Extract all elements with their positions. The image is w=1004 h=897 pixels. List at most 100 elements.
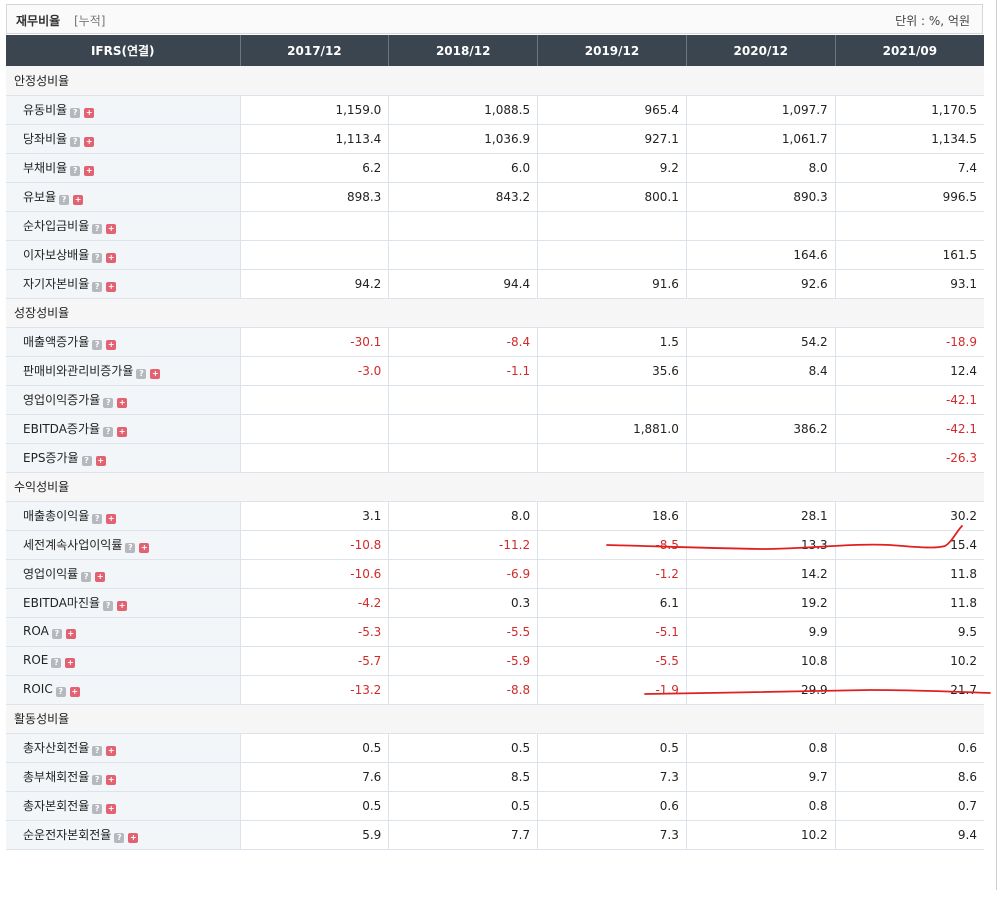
plus-icon[interactable]: + bbox=[106, 224, 117, 234]
section-title: 성장성비율 bbox=[6, 298, 984, 328]
value-cell: 9.4 bbox=[834, 820, 984, 850]
help-icon[interactable]: ? bbox=[70, 166, 81, 176]
plus-icon[interactable]: + bbox=[117, 427, 128, 437]
help-icon[interactable]: ? bbox=[103, 427, 114, 437]
plus-icon[interactable]: + bbox=[73, 195, 84, 205]
value-cell: 19.2 bbox=[685, 588, 836, 618]
help-icon[interactable]: ? bbox=[70, 137, 81, 147]
help-icon[interactable]: ? bbox=[59, 195, 70, 205]
table-row: 매출총이익율? +3.1 8.0 18.6 28.1 30.2 bbox=[6, 501, 984, 531]
value-cell: 6.2 bbox=[239, 153, 389, 183]
plus-icon[interactable]: + bbox=[106, 804, 117, 814]
help-icon[interactable]: ? bbox=[51, 629, 62, 639]
plus-icon[interactable]: + bbox=[117, 601, 128, 611]
value-cell: 0.5 bbox=[388, 791, 538, 821]
table-row: 이자보상배율? +164.6 161.5 bbox=[6, 240, 984, 270]
help-icon[interactable]: ? bbox=[92, 746, 103, 756]
row-label: 세전계속사업이익률 bbox=[23, 538, 123, 552]
section-title: 안정성비율 bbox=[6, 66, 984, 96]
plus-icon[interactable]: + bbox=[65, 658, 76, 668]
help-icon[interactable]: ? bbox=[92, 253, 103, 263]
row-label: 자기자본비율 bbox=[23, 277, 90, 291]
value-cell: 6.1 bbox=[537, 588, 687, 618]
table-row: 순운전자본회전율? +5.9 7.7 7.3 10.2 9.4 bbox=[6, 820, 984, 850]
plus-icon[interactable]: + bbox=[84, 108, 95, 118]
section-row: 활동성비율 bbox=[6, 704, 984, 734]
help-icon[interactable]: ? bbox=[92, 282, 103, 292]
help-icon[interactable]: ? bbox=[103, 601, 114, 611]
value-cell: 9.5 bbox=[834, 617, 984, 647]
plus-icon[interactable]: + bbox=[117, 398, 128, 408]
value-cell: 92.6 bbox=[685, 269, 836, 299]
plus-icon[interactable]: + bbox=[106, 775, 117, 785]
help-icon[interactable]: ? bbox=[81, 572, 92, 582]
value-cell: 7.3 bbox=[537, 762, 687, 792]
panel-title: 재무비율 bbox=[16, 14, 61, 28]
plus-icon[interactable]: + bbox=[150, 369, 161, 379]
help-icon[interactable]: ? bbox=[51, 658, 62, 668]
value-cell: 0.5 bbox=[239, 733, 389, 763]
value-cell: 0.7 bbox=[834, 791, 984, 821]
plus-icon[interactable]: + bbox=[95, 456, 106, 466]
value-cell bbox=[239, 443, 389, 473]
plus-icon[interactable]: + bbox=[69, 687, 80, 697]
value-cell: -8.5 bbox=[537, 530, 687, 560]
plus-icon[interactable]: + bbox=[128, 833, 139, 843]
row-label-cell: 세전계속사업이익률? + bbox=[6, 530, 240, 560]
row-label-cell: 당좌비율? + bbox=[6, 124, 240, 154]
plus-icon[interactable]: + bbox=[106, 340, 117, 350]
table-row: 영업이익증가율? + -42.1 bbox=[6, 385, 984, 415]
value-cell bbox=[388, 240, 538, 270]
plus-icon[interactable]: + bbox=[139, 543, 150, 553]
row-label-cell: 유보율? + bbox=[6, 182, 240, 212]
row-label-cell: 부채비율? + bbox=[6, 153, 240, 183]
row-label: 영업이익증가율 bbox=[23, 393, 101, 407]
plus-icon[interactable]: + bbox=[84, 137, 95, 147]
table-row: 총자산회전율? +0.5 0.5 0.5 0.8 0.6 bbox=[6, 733, 984, 763]
plus-icon[interactable]: + bbox=[106, 746, 117, 756]
table-row: 매출액증가율? + -30.1 -8.4 1.5 54.2 -18.9 bbox=[6, 327, 984, 357]
value-cell: 18.6 bbox=[537, 501, 687, 531]
help-icon[interactable]: ? bbox=[55, 687, 66, 697]
help-icon[interactable]: ? bbox=[114, 833, 125, 843]
help-icon[interactable]: ? bbox=[125, 543, 136, 553]
row-label-cell: EBITDA마진율? + bbox=[6, 588, 240, 618]
value-cell: -30.1 bbox=[239, 327, 389, 357]
unit-label: 단위 : %, 억원 bbox=[895, 14, 970, 28]
help-icon[interactable]: ? bbox=[136, 369, 147, 379]
value-cell: -6.9 bbox=[388, 559, 538, 589]
value-cell: -5.9 bbox=[388, 646, 538, 676]
value-cell bbox=[685, 385, 836, 415]
value-cell: 8.4 bbox=[685, 356, 836, 386]
plus-icon[interactable]: + bbox=[106, 514, 117, 524]
help-icon[interactable]: ? bbox=[92, 514, 103, 524]
help-icon[interactable]: ? bbox=[70, 108, 81, 118]
table-row: ROA? + -5.3 -5.5 -5.1 9.9 9.5 bbox=[6, 617, 984, 647]
value-cell: -10.8 bbox=[239, 530, 389, 560]
table-row: 자기자본비율? +94.2 94.4 91.6 92.6 93.1 bbox=[6, 269, 984, 299]
value-cell: 8.0 bbox=[685, 153, 836, 183]
section-row: 성장성비율 bbox=[6, 298, 984, 328]
value-cell: -4.2 bbox=[239, 588, 389, 618]
column-header-ifrs: IFRS(연결) bbox=[6, 35, 240, 66]
plus-icon[interactable]: + bbox=[106, 253, 117, 263]
plus-icon[interactable]: + bbox=[106, 282, 117, 292]
plus-icon[interactable]: + bbox=[95, 572, 106, 582]
value-cell: 1,113.4 bbox=[239, 124, 389, 154]
help-icon[interactable]: ? bbox=[81, 456, 92, 466]
help-icon[interactable]: ? bbox=[92, 224, 103, 234]
help-icon[interactable]: ? bbox=[92, 804, 103, 814]
value-cell bbox=[388, 414, 538, 444]
table-row: EBITDA마진율? + -4.2 0.3 6.1 19.2 11.8 bbox=[6, 588, 984, 618]
row-label: 총자본회전율 bbox=[23, 799, 90, 813]
plus-icon[interactable]: + bbox=[84, 166, 95, 176]
plus-icon[interactable]: + bbox=[65, 629, 76, 639]
row-label-cell: 매출총이익율? + bbox=[6, 501, 240, 531]
help-icon[interactable]: ? bbox=[92, 340, 103, 350]
help-icon[interactable]: ? bbox=[103, 398, 114, 408]
value-cell bbox=[388, 443, 538, 473]
value-cell: 1,088.5 bbox=[388, 95, 538, 125]
value-cell: -8.8 bbox=[388, 675, 538, 705]
value-cell: -5.3 bbox=[239, 617, 389, 647]
help-icon[interactable]: ? bbox=[92, 775, 103, 785]
